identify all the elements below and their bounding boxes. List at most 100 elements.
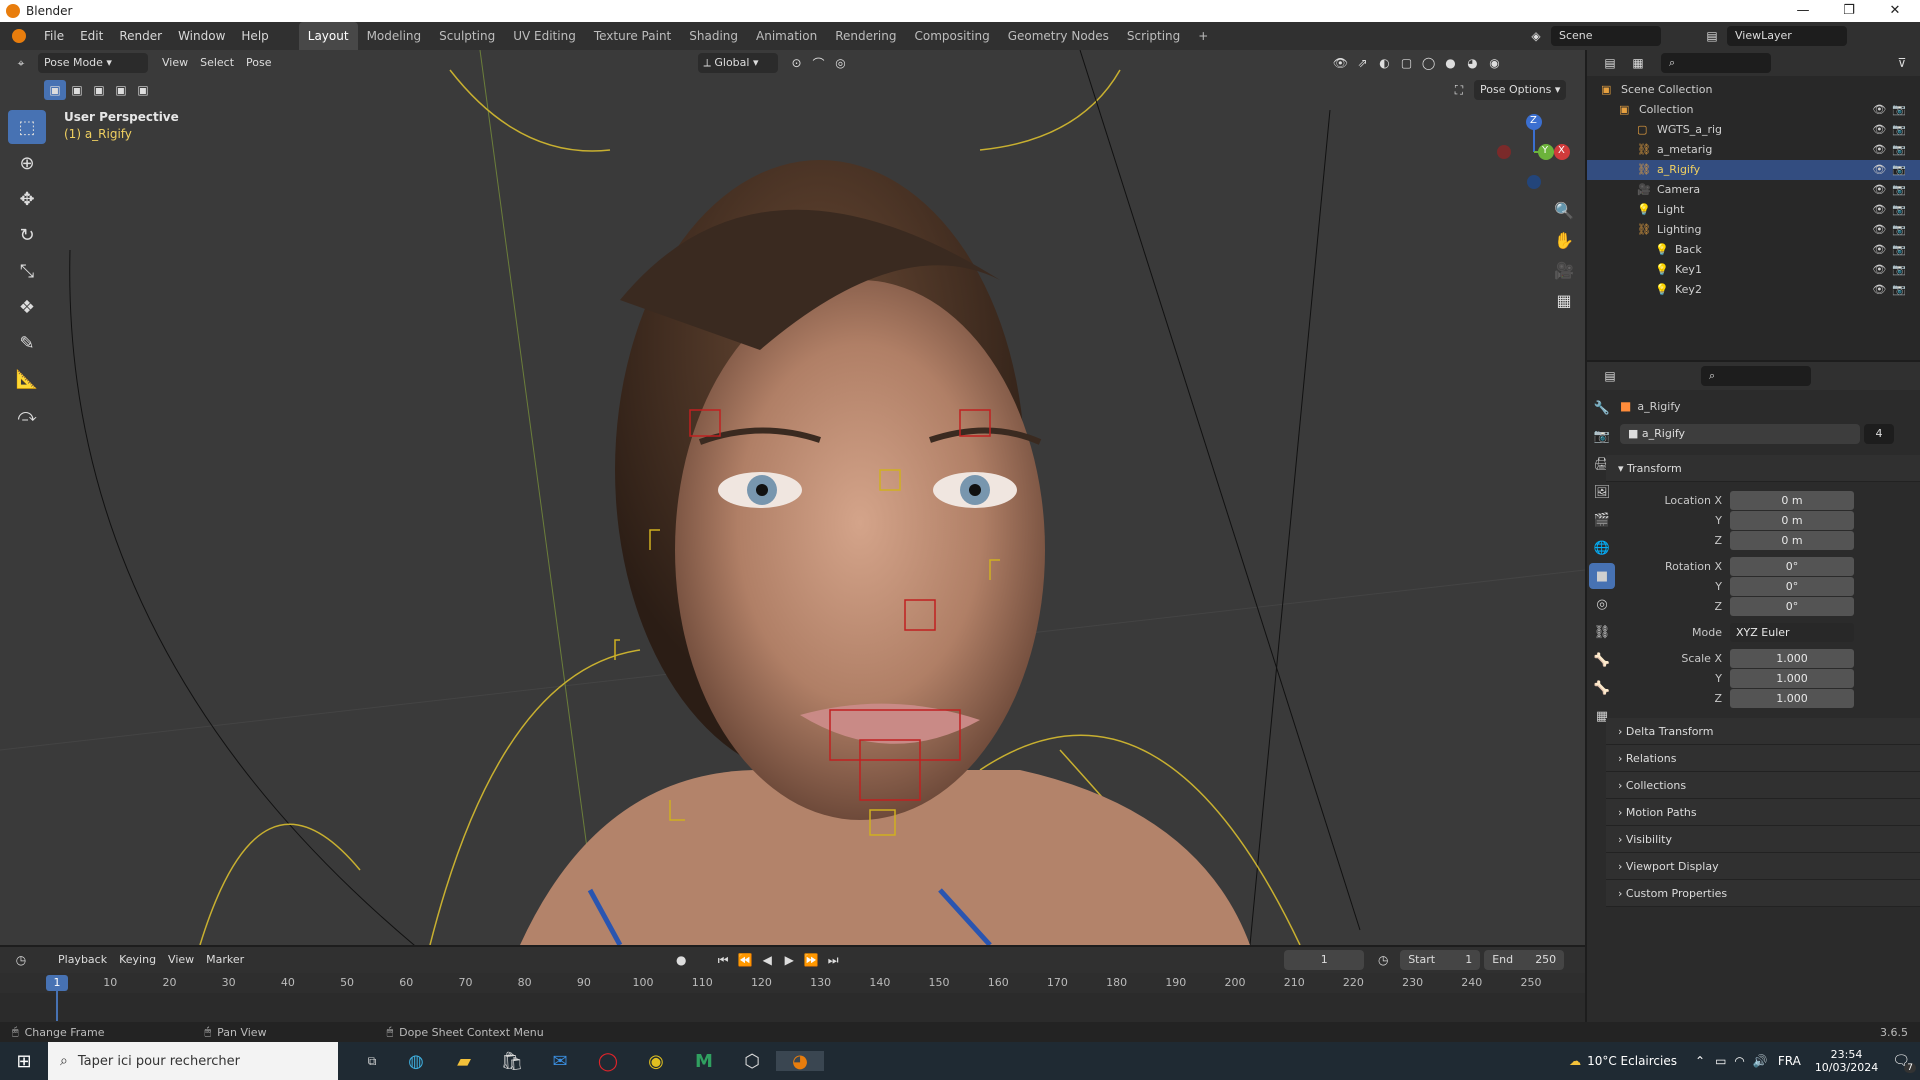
ortho-grid-icon[interactable]: ▦ (1550, 286, 1578, 314)
render-tab-icon[interactable]: 📷 (1589, 423, 1615, 449)
bone-roll-tool-icon[interactable]: ⤼ (8, 398, 46, 432)
menu-render[interactable]: Render (111, 22, 170, 50)
blender-menu-icon[interactable] (12, 29, 26, 43)
tab-texture-paint[interactable]: Texture Paint (585, 22, 680, 50)
add-workspace-button[interactable]: + (1189, 22, 1217, 50)
visibility-toggle-icon[interactable]: 👁📷 (1872, 220, 1912, 240)
menu-file[interactable]: File (36, 22, 72, 50)
playhead[interactable]: 1 (46, 975, 68, 991)
subpanel-header[interactable]: › Motion Paths (1606, 799, 1920, 826)
tab-animation[interactable]: Animation (747, 22, 826, 50)
rotation-mode-select[interactable]: XYZ Euler (1730, 622, 1854, 642)
edge-icon[interactable]: ◍ (392, 1051, 440, 1072)
wireframe-shading-icon[interactable]: ◯ (1418, 53, 1440, 73)
transform-tool-icon[interactable]: ❖ (8, 290, 46, 324)
visibility-toggle-icon[interactable]: 👁📷 (1872, 260, 1912, 280)
view-layer-tab-icon[interactable]: 🖼 (1589, 479, 1615, 505)
tray-chevron-icon[interactable]: ⌃ (1695, 1054, 1705, 1068)
weather-label[interactable]: 10°C Eclaircies (1587, 1054, 1677, 1068)
armature-data-tab-icon[interactable]: 🦴 (1589, 647, 1615, 673)
select-extend-icon[interactable]: ▣ (66, 80, 88, 100)
visibility-toggle-icon[interactable]: 👁📷 (1872, 180, 1912, 200)
tab-compositing[interactable]: Compositing (905, 22, 998, 50)
taskbar-search-box[interactable]: ⌕ Taper ici pour rechercher (48, 1042, 338, 1080)
outliner-row[interactable]: ▣ Scene Collection (1587, 80, 1920, 100)
menu-help[interactable]: Help (233, 22, 276, 50)
select-box-tool-icon[interactable]: ⬚ (8, 110, 46, 144)
tab-geometry-nodes[interactable]: Geometry Nodes (999, 22, 1118, 50)
pose-options-icon[interactable]: ⛶ (1448, 80, 1470, 100)
visibility-icon[interactable]: 👁 (1330, 53, 1352, 73)
blender-taskbar-icon[interactable]: ◕ (776, 1051, 824, 1072)
tab-rendering[interactable]: Rendering (826, 22, 905, 50)
play-reverse-icon[interactable]: ◀ (756, 950, 778, 970)
keying-menu[interactable]: Keying (113, 950, 162, 970)
windows-start-icon[interactable]: ⊞ (0, 1051, 48, 1072)
scale-z-field[interactable]: 1.000 (1730, 688, 1854, 708)
view-layer-icon[interactable]: ▤ (1701, 26, 1723, 46)
rotation-z-field[interactable]: 0° (1730, 596, 1854, 616)
physics-tab-icon[interactable]: ◎ (1589, 591, 1615, 617)
material-shading-icon[interactable]: ◕ (1462, 53, 1484, 73)
chrome-icon[interactable]: ◉ (632, 1051, 680, 1072)
jump-start-icon[interactable]: ⏮ (712, 950, 734, 970)
transform-panel-header[interactable]: ▾ Transform (1606, 455, 1920, 482)
subpanel-header[interactable]: › Viewport Display (1606, 853, 1920, 880)
cursor-tool-icon[interactable]: ⊕ (8, 146, 46, 180)
tab-shading[interactable]: Shading (680, 22, 747, 50)
rendered-shading-icon[interactable]: ◉ (1484, 53, 1506, 73)
subpanel-header[interactable]: › Visibility (1606, 826, 1920, 853)
maximize-button[interactable]: ❐ (1826, 0, 1872, 22)
visibility-toggle-icon[interactable]: 👁📷 (1872, 240, 1912, 260)
select-new-icon[interactable]: ▣ (44, 80, 66, 100)
visibility-toggle-icon[interactable]: 👁📷 (1872, 140, 1912, 160)
next-keyframe-icon[interactable]: ⏩ (800, 950, 822, 970)
transform-orientation[interactable]: ⟂ Global ▾ (697, 53, 778, 73)
scene-tab-icon[interactable]: 🎬 (1589, 507, 1615, 533)
user-count[interactable]: 4 (1864, 424, 1894, 444)
tab-layout[interactable]: Layout (298, 22, 358, 50)
opera-icon[interactable]: ◯ (584, 1051, 632, 1072)
3d-box-icon[interactable]: ⬡ (728, 1051, 776, 1072)
timeline-editor-icon[interactable]: ◷ (10, 950, 32, 970)
outliner-row[interactable]: ▢ WGTS_a_rig 👁📷 (1587, 120, 1920, 140)
outliner-row[interactable]: ⛓ a_Rigify 👁📷 (1587, 160, 1920, 180)
scale-y-field[interactable]: 1.000 (1730, 668, 1854, 688)
navigation-gizmo[interactable]: Z X Y (1490, 110, 1570, 190)
location-x-field[interactable]: 0 m (1730, 490, 1854, 510)
wifi-icon[interactable]: ◠ (1734, 1054, 1744, 1068)
outliner-row[interactable]: 💡 Back 👁📷 (1587, 240, 1920, 260)
3d-viewport[interactable] (0, 50, 1585, 945)
play-icon[interactable]: ▶ (778, 950, 800, 970)
proportional-edit-icon[interactable]: ◎ (830, 53, 852, 73)
camera-view-icon[interactable]: 🎥 (1550, 256, 1578, 284)
object-datablock-field[interactable]: ■ a_Rigify (1620, 424, 1860, 444)
annotate-tool-icon[interactable]: ✎ (8, 326, 46, 360)
view-layer-selector[interactable]: ViewLayer (1727, 26, 1847, 46)
tab-scripting[interactable]: Scripting (1118, 22, 1189, 50)
menu-window[interactable]: Window (170, 22, 233, 50)
auto-keying-icon[interactable]: ● (670, 950, 692, 970)
subpanel-header[interactable]: › Relations (1606, 745, 1920, 772)
subpanel-header[interactable]: › Collections (1606, 772, 1920, 799)
bone-tab-icon[interactable]: 🦴 (1589, 675, 1615, 701)
rotation-x-field[interactable]: 0° (1730, 556, 1854, 576)
timeline-view-menu[interactable]: View (162, 950, 200, 970)
pose-options-button[interactable]: Pose Options ▾ (1474, 80, 1567, 100)
zoom-icon[interactable]: 🔍 (1550, 196, 1578, 224)
volume-icon[interactable]: 🔊 (1753, 1054, 1768, 1068)
visibility-toggle-icon[interactable]: 👁📷 (1872, 280, 1912, 300)
filter-icon[interactable]: ⊽ (1891, 53, 1913, 73)
outliner-row[interactable]: ⛓ a_metarig 👁📷 (1587, 140, 1920, 160)
xray-icon[interactable]: ▢ (1396, 53, 1418, 73)
device-icon[interactable]: ▭ (1715, 1054, 1726, 1068)
rotation-y-field[interactable]: 0° (1730, 576, 1854, 596)
scene-icon[interactable]: ◈ (1525, 26, 1547, 46)
select-menu[interactable]: Select (194, 53, 240, 73)
outliner-row[interactable]: 💡 Light 👁📷 (1587, 200, 1920, 220)
frame-ruler[interactable]: 10 20 30 40 50 60 70 80 90 100 110 120 130 140 150 160 1… (0, 973, 1585, 993)
visibility-toggle-icon[interactable]: 👁📷 (1872, 160, 1912, 180)
visibility-toggle-icon[interactable]: 👁📷 (1872, 100, 1912, 120)
constraints-tab-icon[interactable]: ⛓ (1589, 619, 1615, 645)
editor-type-icon[interactable]: ⌖ (10, 53, 32, 73)
